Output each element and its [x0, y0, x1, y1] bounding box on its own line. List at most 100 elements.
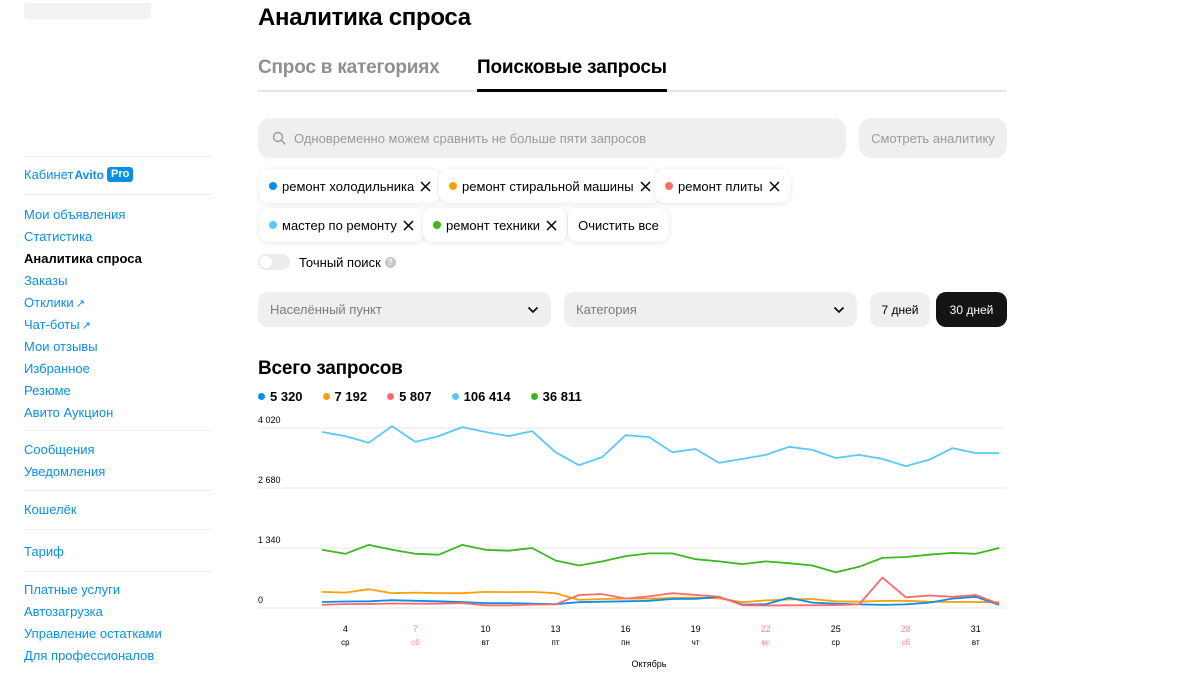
chart-title: Всего запросов — [258, 358, 403, 379]
query-chip[interactable]: ремонт стиральной машины — [439, 169, 661, 203]
total-item: 5 807 — [387, 389, 432, 404]
query-chip-label: ремонт техники — [446, 217, 541, 233]
x-tick-weekday: пн — [621, 638, 630, 647]
series-color-dot — [530, 393, 538, 400]
search-icon — [272, 131, 286, 145]
line-chart: 0 1 340 2 680 4 020 4 ср 7 сб 10 вт 13 пт 16 пн 19 чт 22… — [258, 415, 1006, 669]
total-item: 7 192 — [322, 389, 367, 404]
y-tick-label: 2 680 — [258, 475, 281, 485]
exact-search-toggle[interactable] — [258, 254, 290, 270]
sidebar-item-label: Для профессионалов — [24, 648, 155, 663]
x-tick-weekday: пт — [552, 638, 560, 647]
query-chip-label: мастер по ремонту — [282, 217, 397, 233]
tab-search-queries[interactable]: Поисковые запросы — [477, 57, 667, 92]
period-30-days-button[interactable]: 30 дней — [936, 292, 1007, 327]
sidebar-item-label: Отклики — [24, 295, 74, 310]
sidebar-item[interactable]: Для профессионалов — [24, 648, 154, 664]
total-value: 5 807 — [399, 389, 432, 404]
query-chip[interactable]: ремонт плиты — [655, 169, 790, 203]
series-color-dot — [451, 393, 459, 400]
series-line-4[interactable] — [321, 543, 1000, 574]
sidebar-item-label: Мои объявления — [24, 207, 126, 222]
cabinet-avito-pro-link[interactable]: Кабинет Avito Pro — [24, 167, 134, 182]
close-icon[interactable] — [420, 180, 431, 192]
sidebar-item-label: Резюме — [24, 383, 71, 398]
search-field[interactable] — [258, 118, 846, 158]
sidebar-item[interactable]: Управление остатками — [24, 626, 162, 642]
period-7-days-button[interactable]: 7 дней — [870, 292, 930, 327]
sidebar-item-label: Кошелёк — [24, 502, 77, 517]
search-input[interactable] — [294, 130, 814, 146]
sidebar-item-label: Сообщения — [24, 442, 95, 457]
x-tick-weekday: вс — [762, 638, 770, 647]
sidebar-item[interactable]: Кошелёк — [24, 502, 77, 518]
sidebar-item[interactable]: Сообщения — [24, 442, 95, 458]
location-select[interactable]: Населённый пункт — [258, 292, 551, 327]
close-icon[interactable] — [769, 180, 780, 192]
category-select[interactable]: Категория — [564, 292, 857, 327]
sidebar-item[interactable]: Уведомления — [24, 464, 105, 480]
sidebar-item-label: Автозагрузка — [24, 604, 103, 619]
tab-category-demand[interactable]: Спрос в категориях — [258, 57, 440, 92]
series-color-dot — [665, 182, 673, 190]
query-chip[interactable]: мастер по ремонту — [259, 208, 424, 242]
close-icon[interactable] — [640, 180, 651, 192]
series-color-dot — [269, 221, 277, 229]
total-item: 106 414 — [451, 389, 511, 404]
x-tick-day: 25 — [831, 624, 841, 634]
pro-badge: Pro — [107, 167, 134, 182]
x-tick-day: 13 — [550, 624, 560, 634]
query-chip[interactable]: ремонт холодильника — [259, 169, 442, 203]
exact-search-row: Точный поиск ? — [258, 254, 396, 270]
close-icon[interactable] — [546, 219, 557, 231]
x-tick-weekday: ср — [831, 638, 840, 647]
x-tick-day: 31 — [971, 624, 981, 634]
sidebar-item-label: Управление остатками — [24, 626, 162, 641]
divider — [24, 529, 212, 530]
sidebar-item-label: Мои отзывы — [24, 339, 98, 354]
sidebar-item[interactable]: Платные услуги — [24, 582, 120, 598]
sidebar-item[interactable]: Авито Аукцион — [24, 405, 113, 421]
close-icon[interactable] — [403, 219, 414, 231]
y-tick-label: 4 020 — [258, 415, 281, 425]
tabs: Спрос в категориях Поисковые запросы — [258, 57, 1006, 92]
view-analytics-button[interactable]: Смотреть аналитику — [859, 118, 1007, 158]
external-link-icon: ↗ — [81, 320, 91, 332]
sidebar-item[interactable]: Отклики ↗ — [24, 295, 85, 312]
page-title: Аналитика спроса — [258, 4, 471, 31]
sidebar-item[interactable]: Чат-боты ↗ — [24, 317, 91, 334]
total-value: 36 811 — [542, 389, 582, 404]
x-tick-day: 28 — [901, 624, 911, 634]
x-tick-weekday: сб — [901, 638, 910, 647]
x-tick-weekday: сб — [411, 638, 420, 647]
clear-all-button[interactable]: Очистить все — [568, 208, 669, 242]
sidebar-item[interactable]: Резюме — [24, 383, 71, 399]
total-value: 5 320 — [270, 389, 303, 404]
x-tick-weekday: чт — [692, 638, 700, 647]
series-line-3[interactable] — [321, 425, 1000, 467]
sidebar-item[interactable]: Мои отзывы — [24, 339, 98, 355]
y-tick-label: 1 340 — [258, 535, 281, 545]
logo-placeholder — [24, 3, 151, 19]
sidebar-item[interactable]: Мои объявления — [24, 207, 125, 223]
divider — [24, 430, 212, 431]
divider — [24, 194, 212, 195]
sidebar-item[interactable]: Статистика — [24, 229, 92, 245]
x-tick-day: 4 — [343, 624, 348, 634]
sidebar-item[interactable]: Автозагрузка — [24, 604, 103, 620]
sidebar-item[interactable]: Избранное — [24, 361, 90, 377]
query-chip[interactable]: ремонт техники — [423, 208, 568, 242]
sidebar-item[interactable]: Аналитика спроса — [24, 251, 142, 267]
help-icon[interactable]: ? — [384, 256, 396, 268]
sidebar-item[interactable]: Заказы — [24, 273, 67, 289]
toggle-knob — [260, 256, 272, 268]
y-tick-label: 0 — [258, 595, 263, 605]
sidebar-item[interactable]: Тариф — [24, 544, 64, 560]
sidebar-item-label: Уведомления — [24, 464, 106, 479]
sidebar-item-label: Заказы — [24, 273, 68, 288]
total-item: 36 811 — [530, 389, 582, 404]
series-color-dot — [433, 221, 441, 229]
category-select-label: Категория — [576, 302, 637, 317]
x-tick-weekday: вт — [972, 638, 980, 647]
total-value: 106 414 — [463, 389, 511, 404]
